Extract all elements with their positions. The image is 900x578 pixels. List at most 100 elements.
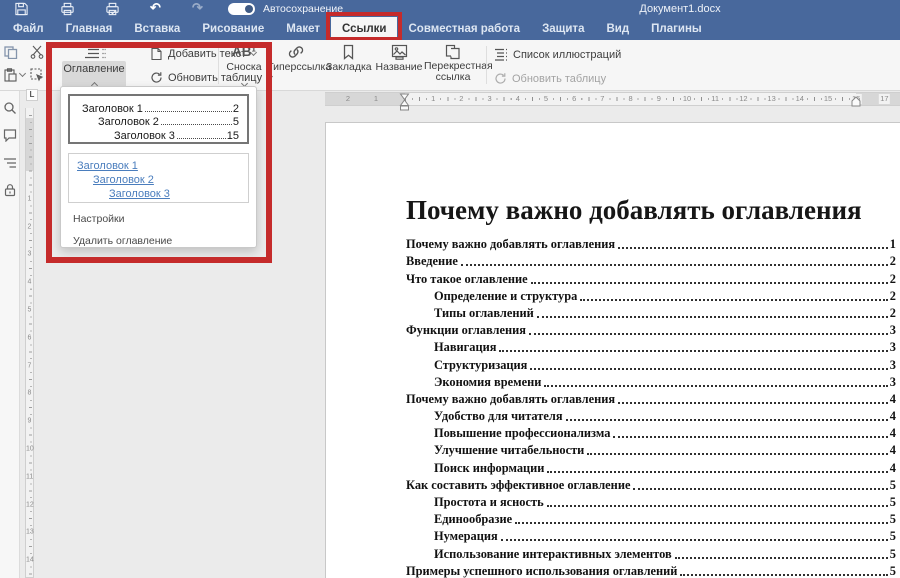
tab-Макет[interactable]: Макет xyxy=(275,17,331,40)
toc-entry-page: 5 xyxy=(890,512,896,527)
toc-entry[interactable]: Примеры успешного использования оглавлен… xyxy=(406,562,896,578)
document-toc[interactable]: Почему важно добавлять оглавления1Введен… xyxy=(406,235,896,578)
toc-leader-dots xyxy=(613,436,887,438)
save-icon[interactable] xyxy=(14,2,29,16)
toc-leader-dots xyxy=(537,316,888,318)
tab-Защита[interactable]: Защита xyxy=(531,17,595,40)
toc-preview-link[interactable]: Заголовок 2 xyxy=(93,173,240,187)
print-icon[interactable] xyxy=(60,2,75,16)
search-icon[interactable] xyxy=(3,101,17,115)
toc-preview-link[interactable]: Заголовок 3 xyxy=(109,187,240,201)
autosave-toggle[interactable] xyxy=(228,3,255,15)
figures-list-label: Список иллюстраций xyxy=(513,49,621,61)
tab-Файл[interactable]: Файл xyxy=(2,17,55,40)
toc-entry[interactable]: Введение2 xyxy=(406,252,896,269)
tab-Ссылки[interactable]: Ссылки xyxy=(331,17,398,40)
tab-Главная[interactable]: Главная xyxy=(55,17,124,40)
paste-icon[interactable] xyxy=(4,68,17,82)
toc-entry-text: Почему важно добавлять оглавления xyxy=(406,392,615,407)
toc-preview-page: 2 xyxy=(233,103,239,115)
hyperlink-button[interactable]: Гиперссылка xyxy=(268,42,324,73)
toc-leader-dots xyxy=(499,350,887,352)
tab-Вид[interactable]: Вид xyxy=(595,17,640,40)
quick-print-icon[interactable] xyxy=(105,2,120,16)
toc-entry-text: Почему важно добавлять оглавления xyxy=(406,237,615,252)
toc-entry[interactable]: Структуризация3 xyxy=(406,355,896,372)
toc-entry[interactable]: Почему важно добавлять оглавления1 xyxy=(406,235,896,252)
vruler-number: 1 xyxy=(26,195,33,202)
toc-entry[interactable]: Единообразие 5 xyxy=(406,510,896,527)
toc-entry[interactable]: Повышение профессионализма4 xyxy=(406,424,896,441)
toc-entry[interactable]: Что такое оглавление2 xyxy=(406,269,896,286)
tab-Плагины[interactable]: Плагины xyxy=(640,17,713,40)
footnote-label: Сноска xyxy=(222,61,266,73)
toc-leader-dots xyxy=(544,385,887,387)
toc-leader-dots xyxy=(547,471,887,473)
toc-entry[interactable]: Как составить эффективное оглавление5 xyxy=(406,476,896,493)
update-table-icon xyxy=(150,71,163,84)
toc-entry[interactable]: Удобство для читателя4 xyxy=(406,407,896,424)
vruler-number: 4 xyxy=(26,279,33,286)
tab-Рисование[interactable]: Рисование xyxy=(191,17,275,40)
toc-entry[interactable]: Поиск информации4 xyxy=(406,458,896,475)
ribbon-separator xyxy=(486,46,487,84)
document-title: Документ1.docx xyxy=(550,3,810,15)
ribbon: Оглавление Добавить текст Обновить табли… xyxy=(0,40,900,91)
toc-preview-link[interactable]: Заголовок 1 xyxy=(77,159,240,173)
copy-icon[interactable] xyxy=(4,46,18,59)
toc-entry-page: 5 xyxy=(890,564,896,578)
comments-icon[interactable] xyxy=(3,128,17,142)
toc-style-option-1[interactable]: Заголовок 12Заголовок 25Заголовок 315 xyxy=(68,94,249,144)
indent-marker-hourglass[interactable] xyxy=(399,93,410,112)
figures-list-button[interactable]: Список иллюстраций xyxy=(494,48,621,61)
toc-icon xyxy=(62,42,126,61)
toc-preview-text: Заголовок 2 xyxy=(98,116,159,128)
toc-settings-item[interactable]: Настройки xyxy=(61,203,256,225)
toc-entry[interactable]: Функции оглавления3 xyxy=(406,321,896,338)
chevron-down-icon[interactable] xyxy=(19,70,26,77)
caption-button[interactable]: Название xyxy=(374,42,424,73)
tab-Совместная работа[interactable]: Совместная работа xyxy=(397,17,531,40)
toc-entry[interactable]: Использование интерактивных элементов5 xyxy=(406,544,896,561)
toc-entry-text: Экономия времени xyxy=(434,375,541,390)
toc-entry[interactable]: Улучшение читабельности4 xyxy=(406,441,896,458)
navigation-icon[interactable] xyxy=(3,156,17,170)
redo-icon[interactable]: ↷ xyxy=(192,0,203,16)
footnote-button[interactable]: АВ¹ Сноска xyxy=(222,42,266,91)
document-heading[interactable]: Почему важно добавлять оглавления xyxy=(406,195,862,226)
cross-reference-button[interactable]: Перекрестная ссылка xyxy=(424,42,482,82)
hruler-margin-number: 2 xyxy=(345,94,351,104)
cross-reference-icon xyxy=(424,42,482,61)
toc-entry[interactable]: Почему важно добавлять оглавления4 xyxy=(406,390,896,407)
toc-entry[interactable]: Типы оглавлений2 xyxy=(406,304,896,321)
vruler-number: 13 xyxy=(26,529,33,536)
toc-entry[interactable]: Навигация3 xyxy=(406,338,896,355)
right-indent-marker[interactable] xyxy=(851,96,861,107)
toc-remove-item[interactable]: Удалить оглавление xyxy=(61,225,256,247)
document-page[interactable]: Почему важно добавлять оглавления Почему… xyxy=(325,122,900,578)
toc-entry-text: Структуризация xyxy=(434,358,527,373)
toc-entry-page: 2 xyxy=(890,306,896,321)
bookmark-button[interactable]: Закладка xyxy=(326,42,370,73)
undo-icon[interactable]: ↶ xyxy=(150,0,161,16)
protect-icon[interactable] xyxy=(3,183,17,197)
hruler-margin-number: 1 xyxy=(373,94,379,104)
cut-icon[interactable] xyxy=(30,45,44,59)
toc-entry[interactable]: Экономия времени3 xyxy=(406,373,896,390)
toc-entry[interactable]: Нумерация5 xyxy=(406,527,896,544)
toc-leader-dots xyxy=(501,539,888,541)
toc-style-option-2[interactable]: Заголовок 1Заголовок 2Заголовок 3 xyxy=(68,153,249,203)
toc-entry[interactable]: Простота и ясность5 xyxy=(406,493,896,510)
toc-entry-text: Простота и ясность xyxy=(434,495,544,510)
toc-entry[interactable]: Определение и структура2 xyxy=(406,287,896,304)
toc-leader-dots xyxy=(530,368,887,370)
tab-Вставка[interactable]: Вставка xyxy=(123,17,191,40)
hyperlink-label: Гиперссылка xyxy=(268,61,324,73)
select-icon[interactable] xyxy=(30,68,44,82)
tab-selector-corner[interactable]: L xyxy=(26,89,38,101)
toc-entry-text: Единообразие xyxy=(434,512,512,527)
hruler-left-margin xyxy=(325,93,405,105)
toc-entry-text: Повышение профессионализма xyxy=(434,426,610,441)
vertical-ruler: 1234567891011121314 xyxy=(25,108,34,578)
toc-leader-dots xyxy=(515,522,888,524)
